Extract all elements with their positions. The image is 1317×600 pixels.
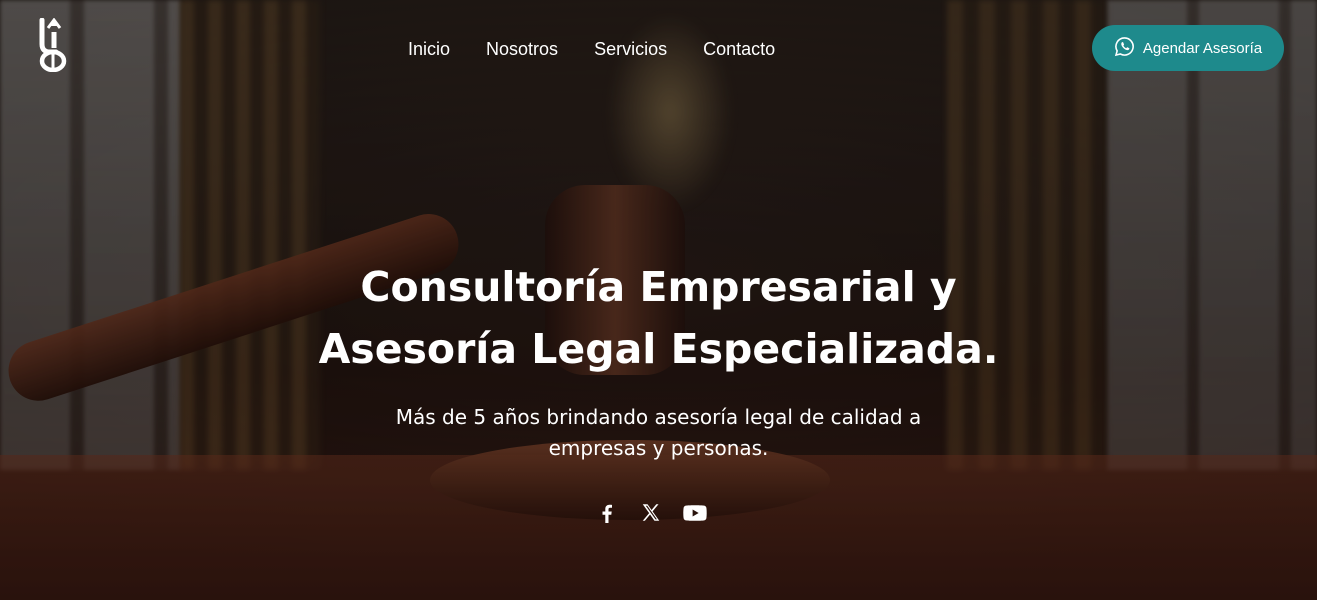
x-icon[interactable] — [638, 500, 664, 526]
main-nav: Inicio Nosotros Servicios Contacto — [390, 36, 793, 62]
hero-headline: Consultoría Empresarial y Asesoría Legal… — [0, 256, 1317, 380]
facebook-icon[interactable] — [594, 500, 620, 526]
hero-subtitle-line1: Más de 5 años brindando asesoría legal d… — [395, 405, 922, 429]
hero-subtitle: Más de 5 años brindando asesoría legal d… — [0, 402, 1317, 464]
youtube-icon[interactable] — [682, 500, 708, 526]
hero-subtitle-line2: empresas y personas. — [548, 436, 769, 460]
schedule-consultation-button[interactable]: Agendar Asesoría — [1092, 25, 1284, 71]
hero-section: Inicio Nosotros Servicios Contacto Agend… — [0, 0, 1317, 600]
schedule-consultation-label: Agendar Asesoría — [1142, 39, 1263, 57]
background-window-left — [0, 0, 180, 470]
background-table — [0, 455, 1317, 600]
hero-headline-line2: Asesoría Legal Especializada. — [318, 325, 999, 373]
nav-item-inicio[interactable]: Inicio — [390, 36, 468, 62]
logo-icon[interactable] — [36, 17, 70, 73]
background-curtain-right — [947, 0, 1107, 470]
social-links — [594, 500, 708, 526]
nav-item-nosotros[interactable]: Nosotros — [468, 36, 576, 62]
nav-item-servicios[interactable]: Servicios — [576, 36, 685, 62]
whatsapp-icon — [1114, 36, 1135, 61]
nav-item-contacto[interactable]: Contacto — [685, 36, 793, 62]
background-curtain-left — [180, 0, 320, 470]
hero-headline-line1: Consultoría Empresarial y — [360, 263, 957, 311]
